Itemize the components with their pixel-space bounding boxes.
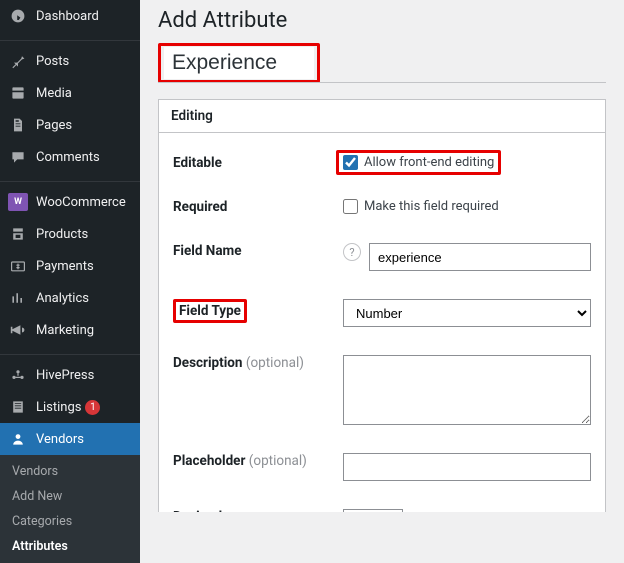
field-type-select[interactable]: Number [343, 299, 591, 327]
sidebar-item-dashboard[interactable]: Dashboard [0, 0, 140, 32]
sidebar-item-comments[interactable]: Comments [0, 141, 140, 173]
sidebar-item-label: Listings [36, 400, 81, 415]
sidebar-item-label: Marketing [36, 323, 94, 338]
sidebar-item-label: Analytics [36, 291, 89, 306]
sidebar-item-analytics[interactable]: Analytics [0, 282, 140, 314]
submenu-item-vendors[interactable]: Vendors [0, 459, 140, 484]
sidebar-item-label: Vendors [36, 432, 84, 447]
editable-checkbox[interactable] [343, 155, 358, 170]
main-content: Add Attribute Editing Editable Allow fro… [140, 0, 624, 512]
sidebar-item-label: Media [36, 86, 72, 101]
sidebar-item-media[interactable]: Media [0, 77, 140, 109]
sidebar-item-label: HivePress [36, 368, 94, 383]
sidebar-item-listings[interactable]: Listings 1 [0, 391, 140, 423]
hivepress-icon [8, 366, 28, 384]
field-name-input[interactable] [369, 243, 591, 271]
attribute-title-input[interactable] [164, 47, 314, 79]
submenu-item-categories[interactable]: Categories [0, 509, 140, 534]
row-field-type: Field Type Number [173, 285, 591, 341]
woocommerce-icon: W [8, 193, 28, 211]
editable-checkbox-label: Allow front-end editing [364, 155, 494, 170]
meta-box-heading: Editing [159, 100, 605, 133]
row-description: Description (optional) [173, 341, 591, 439]
label-description: Description (optional) [173, 355, 343, 371]
row-decimals: Decimals [173, 495, 591, 512]
help-icon[interactable]: ? [343, 243, 361, 261]
sidebar-item-marketing[interactable]: Marketing [0, 314, 140, 346]
admin-sidebar: Dashboard Posts Media Pages Comments W W… [0, 0, 140, 512]
sidebar-item-hivepress[interactable]: HivePress [0, 359, 140, 391]
menu-separator [0, 177, 140, 182]
sidebar-item-payments[interactable]: Payments [0, 250, 140, 282]
sidebar-item-label: Comments [36, 150, 100, 165]
row-editable: Editable Allow front-end editing [173, 141, 591, 185]
label-editable: Editable [173, 155, 343, 171]
required-checkbox-label: Make this field required [364, 199, 499, 214]
products-icon [8, 225, 28, 243]
media-icon [8, 84, 28, 102]
analytics-icon [8, 289, 28, 307]
submenu-item-attributes[interactable]: Attributes [0, 534, 140, 559]
row-field-name: Field Name ? [173, 229, 591, 285]
pin-icon [8, 52, 28, 70]
sidebar-item-products[interactable]: Products [0, 218, 140, 250]
sidebar-item-posts[interactable]: Posts [0, 45, 140, 77]
editing-meta-box: Editing Editable Allow front-end editing… [158, 99, 606, 512]
megaphone-icon [8, 321, 28, 339]
menu-separator [0, 350, 140, 355]
row-required: Required Make this field required [173, 185, 591, 229]
page-title: Add Attribute [158, 8, 606, 33]
payments-icon [8, 257, 28, 275]
sidebar-item-label: WooCommerce [36, 195, 126, 210]
placeholder-input[interactable] [343, 453, 591, 481]
label-required: Required [173, 199, 343, 215]
vendors-icon [8, 430, 28, 448]
label-field-type: Field Type [173, 299, 343, 323]
comments-icon [8, 148, 28, 166]
label-field-name: Field Name [173, 243, 343, 259]
description-textarea[interactable] [343, 355, 591, 425]
sidebar-item-woocommerce[interactable]: W WooCommerce [0, 186, 140, 218]
listings-icon [8, 398, 28, 416]
sidebar-item-vendors[interactable]: Vendors [0, 423, 140, 455]
dashboard-icon [8, 7, 28, 25]
pages-icon [8, 116, 28, 134]
row-placeholder: Placeholder (optional) [173, 439, 591, 495]
badge-count: 1 [85, 400, 100, 415]
sidebar-item-pages[interactable]: Pages [0, 109, 140, 141]
sidebar-item-label: Payments [36, 259, 94, 274]
sidebar-item-label: Dashboard [36, 9, 99, 24]
menu-separator [0, 36, 140, 41]
sidebar-item-label: Posts [36, 54, 69, 69]
sidebar-item-label: Pages [36, 118, 72, 133]
required-checkbox[interactable] [343, 199, 358, 214]
vendors-submenu: Vendors Add New Categories Attributes [0, 455, 140, 563]
label-placeholder: Placeholder (optional) [173, 453, 343, 469]
submenu-item-add-new[interactable]: Add New [0, 484, 140, 509]
sidebar-item-label: Products [36, 227, 88, 242]
